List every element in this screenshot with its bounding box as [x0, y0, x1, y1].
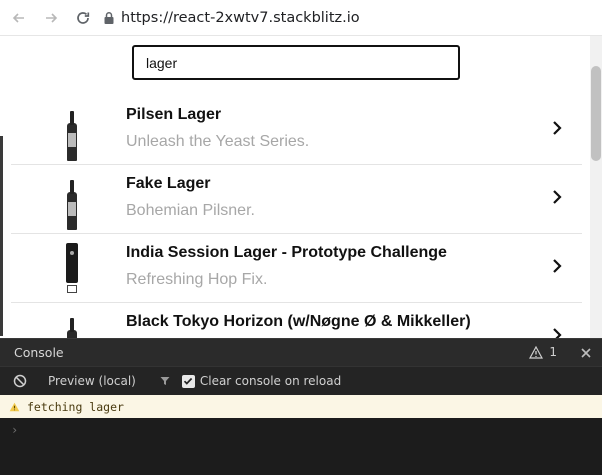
- console-message-warning: fetching lager: [0, 395, 602, 418]
- chevron-right-icon: [553, 328, 562, 338]
- url-text: https://react-2xwtv7.stackblitz.io: [121, 9, 360, 26]
- page-viewport: Pilsen Lager Unleash the Yeast Series. F…: [0, 36, 602, 338]
- beer-name: Fake Lager: [126, 175, 211, 192]
- beer-tagline: Bohemian Pilsner.: [126, 202, 255, 219]
- clear-on-reload-label: Clear console on reload: [199, 374, 342, 388]
- search-box[interactable]: [132, 45, 460, 80]
- beer-bottle-image: [66, 111, 78, 161]
- reload-button[interactable]: [70, 5, 96, 31]
- close-icon[interactable]: [580, 347, 592, 359]
- checkmark-icon: [184, 377, 193, 385]
- warning-icon: [529, 345, 544, 359]
- console-input-area[interactable]: ›: [0, 418, 602, 475]
- console-prompt: ›: [11, 423, 19, 437]
- scrollbar-thumb[interactable]: [591, 66, 601, 161]
- beer-bottle-image: [66, 318, 78, 338]
- list-item[interactable]: Black Tokyo Horizon (w/Nøgne Ø & Mikkell…: [11, 303, 582, 338]
- filter-icon[interactable]: [160, 376, 170, 386]
- beer-tagline: Refreshing Hop Fix.: [126, 271, 268, 288]
- back-button[interactable]: [6, 5, 32, 31]
- address-bar[interactable]: https://react-2xwtv7.stackblitz.io: [102, 5, 602, 31]
- chevron-right-icon: [553, 121, 562, 135]
- search-input[interactable]: [134, 47, 458, 78]
- console-toolbar: Preview (local) Clear console on reload: [0, 366, 602, 395]
- clear-on-reload-checkbox[interactable]: [181, 374, 195, 388]
- beer-name: Pilsen Lager: [126, 106, 222, 123]
- forward-arrow-icon: [46, 12, 58, 23]
- console-tab[interactable]: Console: [14, 345, 64, 360]
- chevron-right-icon: [553, 190, 562, 204]
- beer-list: Pilsen Lager Unleash the Yeast Series. F…: [11, 96, 582, 338]
- beer-bottle-image: [66, 180, 78, 230]
- forward-button[interactable]: [38, 5, 64, 31]
- list-item[interactable]: India Session Lager - Prototype Challeng…: [11, 234, 582, 303]
- clear-console-icon[interactable]: [13, 374, 27, 388]
- warning-count: 1: [549, 345, 557, 359]
- lock-icon: [104, 11, 114, 24]
- chevron-right-icon: [553, 259, 562, 273]
- list-item[interactable]: Fake Lager Bohemian Pilsner.: [11, 165, 582, 234]
- reload-icon: [77, 11, 90, 24]
- beer-tagline: Unleash the Yeast Series.: [126, 133, 310, 150]
- context-select[interactable]: Preview (local): [48, 374, 136, 388]
- list-item[interactable]: Pilsen Lager Unleash the Yeast Series.: [11, 96, 582, 165]
- browser-toolbar: https://react-2xwtv7.stackblitz.io: [0, 0, 602, 36]
- beer-name: India Session Lager - Prototype Challeng…: [126, 244, 447, 261]
- viewport-edge: [0, 136, 3, 336]
- console-header: Console 1: [0, 338, 602, 366]
- page-scrollbar[interactable]: [590, 36, 602, 338]
- warning-counter[interactable]: 1: [529, 345, 557, 359]
- beer-can-image: [66, 243, 78, 295]
- back-arrow-icon: [12, 12, 24, 23]
- warning-icon: [9, 402, 20, 411]
- beer-name: Black Tokyo Horizon (w/Nøgne Ø & Mikkell…: [126, 313, 471, 330]
- console-message-text: fetching lager: [27, 399, 124, 414]
